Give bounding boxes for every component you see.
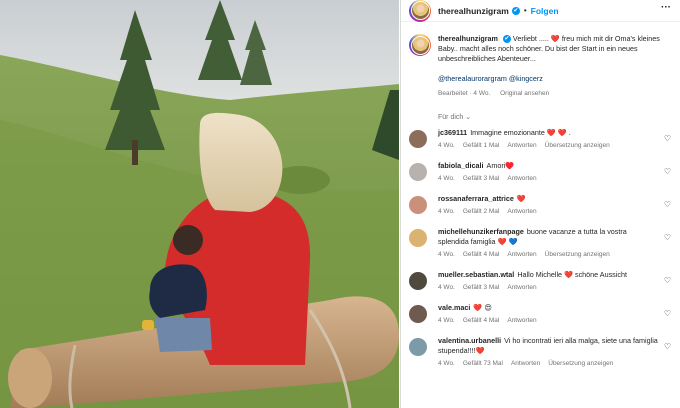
caption-text: therealhunzigram ✔ Verliebt ..... ❤️ fre… — [438, 34, 671, 64]
comment-text: mueller.sebastian.wtal Hallo Michelle ❤️ … — [438, 270, 659, 280]
commenter-avatar[interactable] — [409, 196, 427, 214]
post-side-panel: therealhunzigram ✔ • Folgen ··· therealh… — [400, 0, 680, 408]
comment-item: jc369111 Immagine emozionante ❤️ ❤️ . 4 Wo… — [409, 128, 675, 149]
reply-button[interactable]: Antworten — [511, 360, 540, 367]
commenter-avatar[interactable] — [409, 229, 427, 247]
post-image — [0, 0, 399, 408]
comment-meta: 4 Wo. Gefällt 2 Mal Antworten — [438, 208, 659, 215]
post-photo — [0, 0, 399, 408]
comment-body: Immagine emozionante ❤️ ❤️ . — [470, 128, 571, 137]
translate-link[interactable]: Übersetzung anzeigen — [545, 251, 610, 258]
comment-item: vale.maci ❤️ 😍 4 Wo. Gefällt 4 Mal Antworten… — [409, 303, 675, 324]
comment-meta: 4 Wo. Gefällt 4 Mal Antworten — [438, 317, 659, 324]
follow-button[interactable]: Folgen — [531, 6, 559, 16]
comment-like-heart-icon[interactable]: ♡ — [664, 342, 671, 351]
post-header: therealhunzigram ✔ • Folgen ··· — [401, 0, 680, 22]
edited-timestamp: Bearbeitet · 4 Wo. — [438, 90, 491, 97]
author-avatar[interactable] — [409, 0, 431, 22]
caption-mentions: @therealaurorargram @kingcerz — [438, 74, 671, 83]
caption-meta: Bearbeitet · 4 Wo. Original ansehen — [438, 90, 671, 97]
post-caption: therealhunzigram ✔ Verliebt ..... ❤️ fre… — [409, 34, 671, 97]
reply-button[interactable]: Antworten — [507, 251, 536, 258]
comment-time: 4 Wo. — [438, 284, 455, 291]
comment-likes[interactable]: Gefällt 3 Mal — [463, 284, 500, 291]
caption-username[interactable]: therealhunzigram — [438, 34, 498, 43]
comment-like-heart-icon[interactable]: ♡ — [664, 309, 671, 318]
reply-button[interactable]: Antworten — [507, 142, 536, 149]
translate-link[interactable]: Übersetzung anzeigen — [545, 142, 610, 149]
commenter-avatar[interactable] — [409, 305, 427, 323]
comment-time: 4 Wo. — [438, 208, 455, 215]
comment-meta: 4 Wo. Gefällt 3 Mal Antworten — [438, 175, 659, 182]
comment-body: ❤️ — [516, 194, 526, 203]
commenter-avatar[interactable] — [409, 338, 427, 356]
comment-text: rossanaferrara_attrice ❤️ — [438, 194, 659, 204]
mention-link[interactable]: @therealaurorargram — [438, 74, 507, 83]
comment-likes[interactable]: Gefällt 4 Mal — [463, 317, 500, 324]
comment-item: rossanaferrara_attrice ❤️ 4 Wo. Gefällt 2 M… — [409, 194, 675, 215]
comment-time: 4 Wo. — [438, 317, 455, 324]
verified-icon: ✔ — [511, 6, 520, 15]
comment-like-heart-icon[interactable]: ♡ — [664, 167, 671, 176]
commenter-avatar[interactable] — [409, 272, 427, 290]
comment-time: 4 Wo. — [438, 360, 455, 367]
comment-likes[interactable]: Gefällt 73 Mal — [463, 360, 503, 367]
comment-time: 4 Wo. — [438, 251, 455, 258]
comment-time: 4 Wo. — [438, 142, 455, 149]
comment-like-heart-icon[interactable]: ♡ — [664, 200, 671, 209]
comment-text: jc369111 Immagine emozionante ❤️ ❤️ . — [438, 128, 659, 138]
comment-like-heart-icon[interactable]: ♡ — [664, 276, 671, 285]
commenter-avatar[interactable] — [409, 130, 427, 148]
reply-button[interactable]: Antworten — [507, 175, 536, 182]
comment-meta: 4 Wo. Gefällt 3 Mal Antworten — [438, 284, 659, 291]
comment-meta: 4 Wo. Gefällt 73 Mal Antworten Übersetzung … — [438, 360, 659, 367]
mention-link[interactable]: @kingcerz — [509, 74, 543, 83]
see-original-link[interactable]: Original ansehen — [500, 90, 549, 97]
commenter-username[interactable]: mueller.sebastian.wtal — [438, 270, 514, 279]
for-you-filter[interactable]: Für dich ⌄ — [438, 113, 471, 121]
comment-item: valentina.urbanelli Vi ho incontrati ieri… — [409, 336, 675, 367]
comment-text: vale.maci ❤️ 😍 — [438, 303, 659, 313]
comment-item: mueller.sebastian.wtal Hallo Michelle ❤️ … — [409, 270, 675, 291]
more-options-icon[interactable]: ··· — [661, 2, 671, 13]
comment-likes[interactable]: Gefällt 2 Mal — [463, 208, 500, 215]
comment-text: fabiola_dicali Amori♥️ — [438, 161, 659, 171]
reply-button[interactable]: Antworten — [507, 317, 536, 324]
comment-body: ❤️ 😍 — [473, 303, 492, 312]
commenter-username[interactable]: michellehunzikerfanpage — [438, 227, 524, 236]
comment-likes[interactable]: Gefällt 3 Mal — [463, 175, 500, 182]
comment-like-heart-icon[interactable]: ♡ — [664, 134, 671, 143]
commenter-username[interactable]: rossanaferrara_attrice — [438, 194, 514, 203]
comment-text: michellehunzikerfanpage buone vacanze a t… — [438, 227, 659, 247]
comment-body: Hallo Michelle ❤️ schöne Aussicht — [517, 270, 627, 279]
comment-body: Amori♥️ — [486, 161, 515, 170]
caption-avatar[interactable] — [409, 34, 431, 56]
comment-text: valentina.urbanelli Vi ho incontrati ieri… — [438, 336, 659, 356]
separator-dot: • — [523, 6, 527, 15]
comment-like-heart-icon[interactable]: ♡ — [664, 233, 671, 242]
comment-meta: 4 Wo. Gefällt 4 Mal Antworten Übersetzung a… — [438, 251, 659, 258]
comment-item: michellehunzikerfanpage buone vacanze a t… — [409, 227, 675, 258]
author-username[interactable]: therealhunzigram — [438, 6, 509, 16]
commenter-username[interactable]: jc369111 — [438, 128, 467, 137]
comment-likes[interactable]: Gefällt 1 Mal — [463, 142, 500, 149]
comment-meta: 4 Wo. Gefällt 1 Mal Antworten Übersetzung a… — [438, 142, 659, 149]
commenter-username[interactable]: fabiola_dicali — [438, 161, 484, 170]
reply-button[interactable]: Antworten — [507, 208, 536, 215]
comment-item: fabiola_dicali Amori♥️ 4 Wo. Gefällt 3 Mal A… — [409, 161, 675, 182]
comment-time: 4 Wo. — [438, 175, 455, 182]
commenter-avatar[interactable] — [409, 163, 427, 181]
comment-likes[interactable]: Gefällt 4 Mal — [463, 251, 500, 258]
commenter-username[interactable]: valentina.urbanelli — [438, 336, 501, 345]
commenter-username[interactable]: vale.maci — [438, 303, 470, 312]
verified-icon: ✔ — [502, 35, 511, 44]
reply-button[interactable]: Antworten — [507, 284, 536, 291]
comment-list: jc369111 Immagine emozionante ❤️ ❤️ . 4 Wo… — [409, 128, 675, 367]
translate-link[interactable]: Übersetzung anzeigen — [548, 360, 613, 367]
